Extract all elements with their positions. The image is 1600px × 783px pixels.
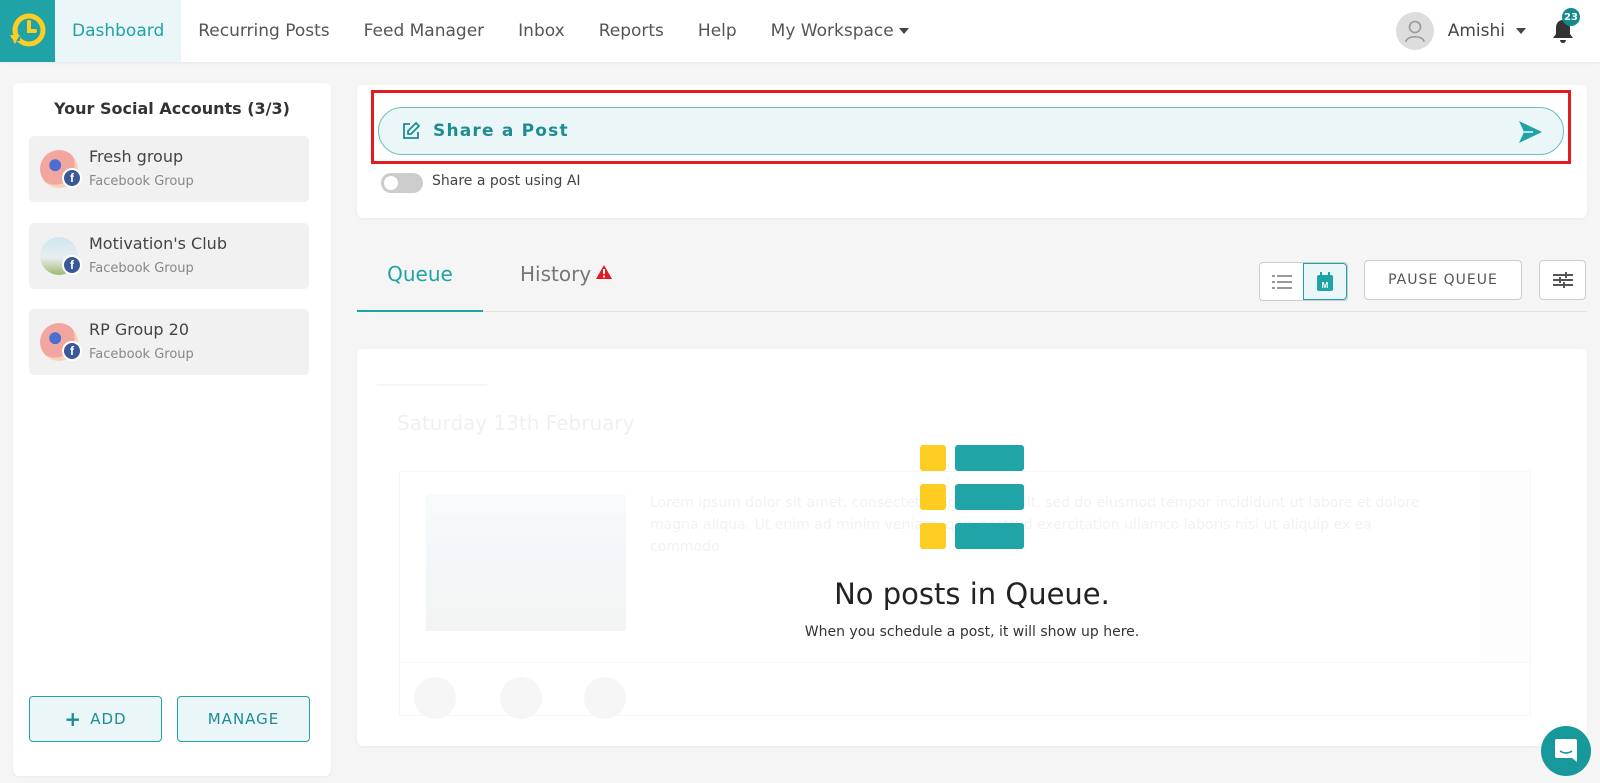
empty-queue-title: No posts in Queue. <box>834 577 1110 611</box>
account-type: Facebook Group <box>89 347 194 362</box>
user-icon <box>1404 20 1425 43</box>
top-navbar: Dashboard Recurring Posts Feed Manager I… <box>0 0 1600 62</box>
account-item[interactable]: f Fresh group Facebook Group <box>29 136 309 202</box>
empty-queue-subtitle: When you schedule a post, it will show u… <box>804 624 1140 640</box>
send-icon[interactable] <box>1517 119 1543 145</box>
clock-refresh-logo-icon <box>9 13 45 47</box>
nav-inbox[interactable]: Inbox <box>501 0 582 62</box>
nav-dashboard[interactable]: Dashboard <box>55 0 182 62</box>
manage-accounts-button[interactable]: MANAGE <box>177 696 310 742</box>
sliders-icon <box>1552 272 1573 288</box>
account-item[interactable]: f Motivation's Club Facebook Group <box>29 223 309 289</box>
ai-share-toggle-label: Share a post using AI <box>432 173 581 189</box>
share-post-input[interactable]: Share a Post <box>378 107 1564 155</box>
filter-settings-button[interactable] <box>1539 260 1586 300</box>
user-avatar[interactable] <box>1395 12 1434 50</box>
ghost-avatar <box>500 677 542 719</box>
ghost-card-footer <box>400 662 1530 663</box>
app-logo[interactable] <box>0 0 55 62</box>
nav-my-workspace-label: My Workspace <box>770 21 894 41</box>
tab-history[interactable]: History <box>520 262 591 312</box>
account-item[interactable]: f RP Group 20 Facebook Group <box>29 309 309 375</box>
nav-my-workspace[interactable]: My Workspace <box>754 0 926 62</box>
tab-queue[interactable]: Queue <box>357 262 483 312</box>
add-account-label: ADD <box>90 710 127 728</box>
account-type: Facebook Group <box>89 174 194 189</box>
nav-feed-manager[interactable]: Feed Manager <box>347 0 501 62</box>
account-name: Motivation's Club <box>89 234 227 253</box>
plus-icon: + <box>64 707 83 731</box>
nav-recurring-posts[interactable]: Recurring Posts <box>181 0 346 62</box>
social-accounts-sidebar: Your Social Accounts (3/3) f Fresh group… <box>13 83 331 776</box>
calendar-badge-text: M <box>1322 281 1329 290</box>
warning-icon <box>596 265 612 279</box>
user-name[interactable]: Amishi <box>1448 21 1505 41</box>
notifications-button[interactable]: 23 <box>1552 8 1580 44</box>
chat-icon <box>1555 739 1577 762</box>
ghost-divider <box>377 384 487 386</box>
account-type: Facebook Group <box>89 261 194 276</box>
list-icon <box>1271 274 1292 289</box>
queue-panel: Saturday 13th February Lorem ipsum dolor… <box>357 349 1587 746</box>
add-account-button[interactable]: + ADD <box>29 696 162 742</box>
ghost-date-heading: Saturday 13th February <box>397 411 635 435</box>
empty-queue-icon <box>920 445 1024 549</box>
edit-icon <box>403 122 420 139</box>
nav-help[interactable]: Help <box>681 0 754 62</box>
share-post-panel: Share a Post Share a post using AI <box>357 85 1587 218</box>
calendar-view-button[interactable]: M <box>1303 263 1347 300</box>
ghost-avatar <box>414 677 456 719</box>
nav-reports[interactable]: Reports <box>582 0 681 62</box>
user-menu-caret-icon[interactable] <box>1516 28 1526 34</box>
chat-support-button[interactable] <box>1541 726 1591 776</box>
pause-queue-button[interactable]: PAUSE QUEUE <box>1364 260 1522 300</box>
caret-down-icon <box>898 28 909 34</box>
calendar-icon: M <box>1317 271 1334 291</box>
list-view-button[interactable] <box>1260 263 1303 300</box>
notification-count-badge: 23 <box>1562 8 1580 26</box>
facebook-icon: f <box>62 341 82 361</box>
facebook-icon: f <box>62 255 82 275</box>
sidebar-title: Your Social Accounts (3/3) <box>54 99 290 118</box>
share-post-placeholder: Share a Post <box>433 121 569 141</box>
account-name: RP Group 20 <box>89 320 190 339</box>
ai-share-toggle[interactable] <box>381 173 423 193</box>
account-name: Fresh group <box>89 147 184 166</box>
ghost-avatar <box>584 677 626 719</box>
view-mode-toggle: M <box>1259 262 1348 301</box>
ghost-post-text: Lorem ipsum dolor sit amet, consectetur … <box>650 495 1420 555</box>
facebook-icon: f <box>62 168 82 188</box>
